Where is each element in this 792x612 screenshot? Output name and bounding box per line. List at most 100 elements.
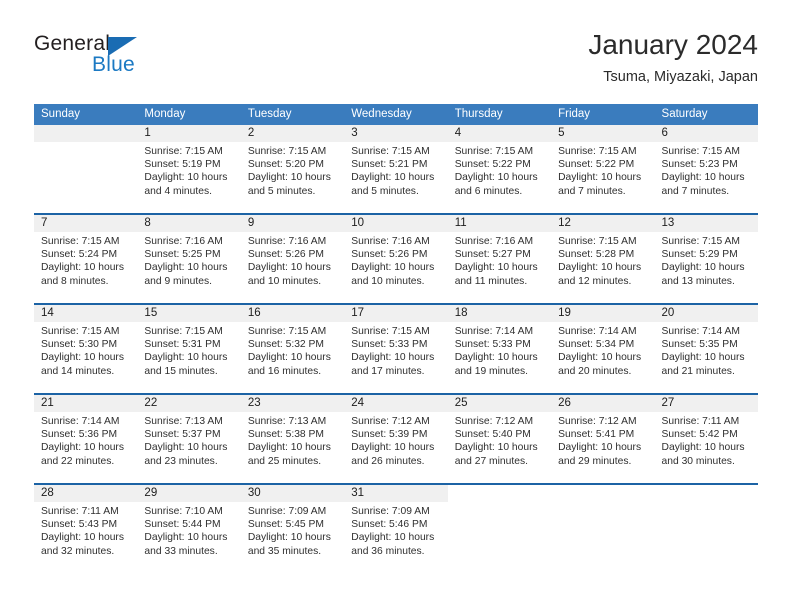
day-info-line: Daylight: 10 hours bbox=[144, 532, 228, 544]
day-sun-info: Sunrise: 7:11 AM Sunset: 5:43 PM Daylight:… bbox=[34, 502, 137, 573]
day-number bbox=[654, 485, 758, 502]
day-cell[interactable]: 26 Sunrise: 7:12 AM Sunset: 5:41 PM Dayligh… bbox=[551, 395, 655, 483]
day-cell[interactable]: 16 Sunrise: 7:15 AM Sunset: 5:32 PM Dayligh… bbox=[240, 305, 345, 393]
day-cell[interactable]: 29 Sunrise: 7:10 AM Sunset: 5:44 PM Dayligh… bbox=[137, 485, 241, 573]
day-cell[interactable]: 7 Sunrise: 7:15 AM Sunset: 5:24 PM Daylight… bbox=[34, 215, 138, 303]
day-info-line: Sunset: 5:31 PM bbox=[144, 339, 221, 351]
day-info-line: Daylight: 10 hours bbox=[247, 262, 331, 274]
week-cells: 14 Sunrise: 7:15 AM Sunset: 5:30 PM Dayligh… bbox=[34, 305, 758, 393]
day-info-line: Daylight: 10 hours bbox=[41, 532, 124, 544]
day-info-line: and 10 minutes. bbox=[351, 275, 425, 287]
day-sun-info: Sunrise: 7:10 AM Sunset: 5:44 PM Daylight:… bbox=[137, 502, 240, 573]
day-info-line: Daylight: 10 hours bbox=[247, 172, 331, 184]
day-number: 3 bbox=[344, 125, 448, 142]
day-info-line: Daylight: 10 hours bbox=[351, 172, 435, 184]
day-number bbox=[551, 485, 655, 502]
day-cell[interactable]: 20 Sunrise: 7:14 AM Sunset: 5:35 PM Dayligh… bbox=[654, 305, 758, 393]
day-info-line: Sunset: 5:22 PM bbox=[454, 159, 531, 171]
day-info-line: Sunset: 5:25 PM bbox=[144, 249, 221, 261]
day-cell[interactable]: 13 Sunrise: 7:15 AM Sunset: 5:29 PM Dayligh… bbox=[654, 215, 758, 303]
day-cell[interactable]: 6 Sunrise: 7:15 AM Sunset: 5:23 PM Daylight… bbox=[654, 125, 758, 213]
day-cell[interactable]: 15 Sunrise: 7:15 AM Sunset: 5:31 PM Dayligh… bbox=[137, 305, 241, 393]
day-cell[interactable]: 8 Sunrise: 7:16 AM Sunset: 5:25 PM Daylight… bbox=[137, 215, 241, 303]
day-info-line: Sunrise: 7:13 AM bbox=[144, 416, 223, 427]
day-sun-info: Sunrise: 7:12 AM Sunset: 5:39 PM Daylight:… bbox=[344, 412, 447, 483]
page-subtitle: Tsuma, Miyazaki, Japan bbox=[603, 69, 758, 85]
day-cell[interactable]: 18 Sunrise: 7:14 AM Sunset: 5:33 PM Dayligh… bbox=[447, 305, 552, 393]
day-cell[interactable]: 28 Sunrise: 7:11 AM Sunset: 5:43 PM Dayligh… bbox=[34, 485, 138, 573]
day-info-line: Daylight: 10 hours bbox=[41, 352, 124, 364]
day-number: 1 bbox=[137, 125, 241, 142]
day-cell[interactable]: 30 Sunrise: 7:09 AM Sunset: 5:45 PM Dayligh… bbox=[240, 485, 345, 573]
day-number: 30 bbox=[240, 485, 345, 502]
day-cell[interactable]: 1 Sunrise: 7:15 AM Sunset: 5:19 PM Daylight… bbox=[137, 125, 241, 213]
day-info-line: and 12 minutes. bbox=[558, 275, 632, 287]
day-info-line: Sunset: 5:29 PM bbox=[661, 249, 738, 261]
day-info-line: Daylight: 10 hours bbox=[351, 352, 435, 364]
day-number: 29 bbox=[137, 485, 241, 502]
calendar-week-row: 14 Sunrise: 7:15 AM Sunset: 5:30 PM Dayligh… bbox=[34, 303, 758, 393]
day-cell[interactable]: 3 Sunrise: 7:15 AM Sunset: 5:21 PM Daylight… bbox=[344, 125, 448, 213]
day-cell[interactable]: 2 Sunrise: 7:15 AM Sunset: 5:20 PM Daylight… bbox=[240, 125, 345, 213]
day-cell[interactable]: 31 Sunrise: 7:09 AM Sunset: 5:46 PM Dayligh… bbox=[344, 485, 448, 573]
day-number bbox=[34, 125, 138, 142]
day-sun-info: Sunrise: 7:15 AM Sunset: 5:29 PM Daylight:… bbox=[655, 232, 758, 303]
day-cell[interactable]: 14 Sunrise: 7:15 AM Sunset: 5:30 PM Dayligh… bbox=[34, 305, 138, 393]
day-info-line: Daylight: 10 hours bbox=[247, 352, 331, 364]
day-info-line: Sunrise: 7:15 AM bbox=[351, 146, 430, 157]
week-cells: 28 Sunrise: 7:11 AM Sunset: 5:43 PM Dayligh… bbox=[34, 485, 758, 573]
day-number: 18 bbox=[447, 305, 552, 322]
day-number: 8 bbox=[137, 215, 241, 232]
day-info-line: and 5 minutes. bbox=[247, 185, 316, 197]
day-info-line: and 15 minutes. bbox=[144, 365, 218, 377]
day-info-line: Sunrise: 7:10 AM bbox=[144, 506, 223, 517]
day-sun-info: Sunrise: 7:16 AM Sunset: 5:26 PM Daylight:… bbox=[241, 232, 344, 303]
day-info-line: Sunrise: 7:14 AM bbox=[41, 416, 120, 427]
day-cell[interactable]: 23 Sunrise: 7:13 AM Sunset: 5:38 PM Dayligh… bbox=[240, 395, 345, 483]
day-cell[interactable]: 4 Sunrise: 7:15 AM Sunset: 5:22 PM Daylight… bbox=[447, 125, 552, 213]
day-cell[interactable]: 27 Sunrise: 7:11 AM Sunset: 5:42 PM Dayligh… bbox=[654, 395, 758, 483]
day-sun-info: Sunrise: 7:15 AM Sunset: 5:19 PM Daylight:… bbox=[137, 142, 240, 213]
day-cell[interactable]: 9 Sunrise: 7:16 AM Sunset: 5:26 PM Daylight… bbox=[240, 215, 345, 303]
day-cell-empty bbox=[447, 485, 552, 573]
day-info-line: Daylight: 10 hours bbox=[558, 172, 642, 184]
day-number: 12 bbox=[551, 215, 655, 232]
day-info-line: Sunset: 5:37 PM bbox=[144, 429, 221, 441]
day-info-line: and 26 minutes. bbox=[351, 455, 425, 467]
day-cell[interactable]: 21 Sunrise: 7:14 AM Sunset: 5:36 PM Dayligh… bbox=[34, 395, 138, 483]
day-cell[interactable]: 10 Sunrise: 7:16 AM Sunset: 5:26 PM Dayligh… bbox=[344, 215, 448, 303]
day-info-line: Sunset: 5:40 PM bbox=[454, 429, 531, 441]
day-info-line: Sunset: 5:36 PM bbox=[41, 429, 118, 441]
day-info-line: Sunset: 5:33 PM bbox=[351, 339, 428, 351]
day-info-line: Daylight: 10 hours bbox=[351, 442, 435, 454]
day-cell[interactable]: 17 Sunrise: 7:15 AM Sunset: 5:33 PM Dayligh… bbox=[344, 305, 448, 393]
day-cell[interactable]: 11 Sunrise: 7:16 AM Sunset: 5:27 PM Dayligh… bbox=[447, 215, 552, 303]
day-info-line: Sunset: 5:44 PM bbox=[144, 519, 221, 531]
day-info-line: Sunrise: 7:15 AM bbox=[558, 146, 637, 157]
day-sun-info: Sunrise: 7:15 AM Sunset: 5:30 PM Daylight:… bbox=[34, 322, 137, 393]
day-cell[interactable]: 5 Sunrise: 7:15 AM Sunset: 5:22 PM Daylight… bbox=[551, 125, 655, 213]
calendar-week-row: 28 Sunrise: 7:11 AM Sunset: 5:43 PM Dayligh… bbox=[34, 483, 758, 573]
day-info-line: and 35 minutes. bbox=[247, 545, 322, 557]
day-info-line: Daylight: 10 hours bbox=[454, 262, 538, 274]
day-info-line: Sunset: 5:21 PM bbox=[351, 159, 428, 171]
day-number: 14 bbox=[34, 305, 138, 322]
day-info-line: Sunset: 5:20 PM bbox=[247, 159, 324, 171]
day-cell[interactable]: 12 Sunrise: 7:15 AM Sunset: 5:28 PM Dayligh… bbox=[551, 215, 655, 303]
day-info-line: Daylight: 10 hours bbox=[661, 442, 745, 454]
day-number: 11 bbox=[447, 215, 552, 232]
day-cell[interactable]: 22 Sunrise: 7:13 AM Sunset: 5:37 PM Dayligh… bbox=[137, 395, 241, 483]
day-info-line: Daylight: 10 hours bbox=[558, 442, 642, 454]
day-cell[interactable]: 19 Sunrise: 7:14 AM Sunset: 5:34 PM Dayligh… bbox=[551, 305, 655, 393]
day-info-line: Sunrise: 7:15 AM bbox=[661, 146, 740, 157]
day-info-line: Sunrise: 7:15 AM bbox=[247, 146, 327, 157]
day-cell[interactable]: 24 Sunrise: 7:12 AM Sunset: 5:39 PM Dayligh… bbox=[344, 395, 448, 483]
day-number: 31 bbox=[344, 485, 448, 502]
day-info-line: Sunset: 5:34 PM bbox=[558, 339, 635, 351]
day-cell[interactable]: 25 Sunrise: 7:12 AM Sunset: 5:40 PM Dayligh… bbox=[447, 395, 552, 483]
day-sun-info bbox=[551, 502, 654, 573]
day-number: 6 bbox=[654, 125, 758, 142]
day-info-line: Sunset: 5:42 PM bbox=[661, 429, 738, 441]
day-sun-info bbox=[655, 502, 758, 573]
day-number: 24 bbox=[344, 395, 448, 412]
